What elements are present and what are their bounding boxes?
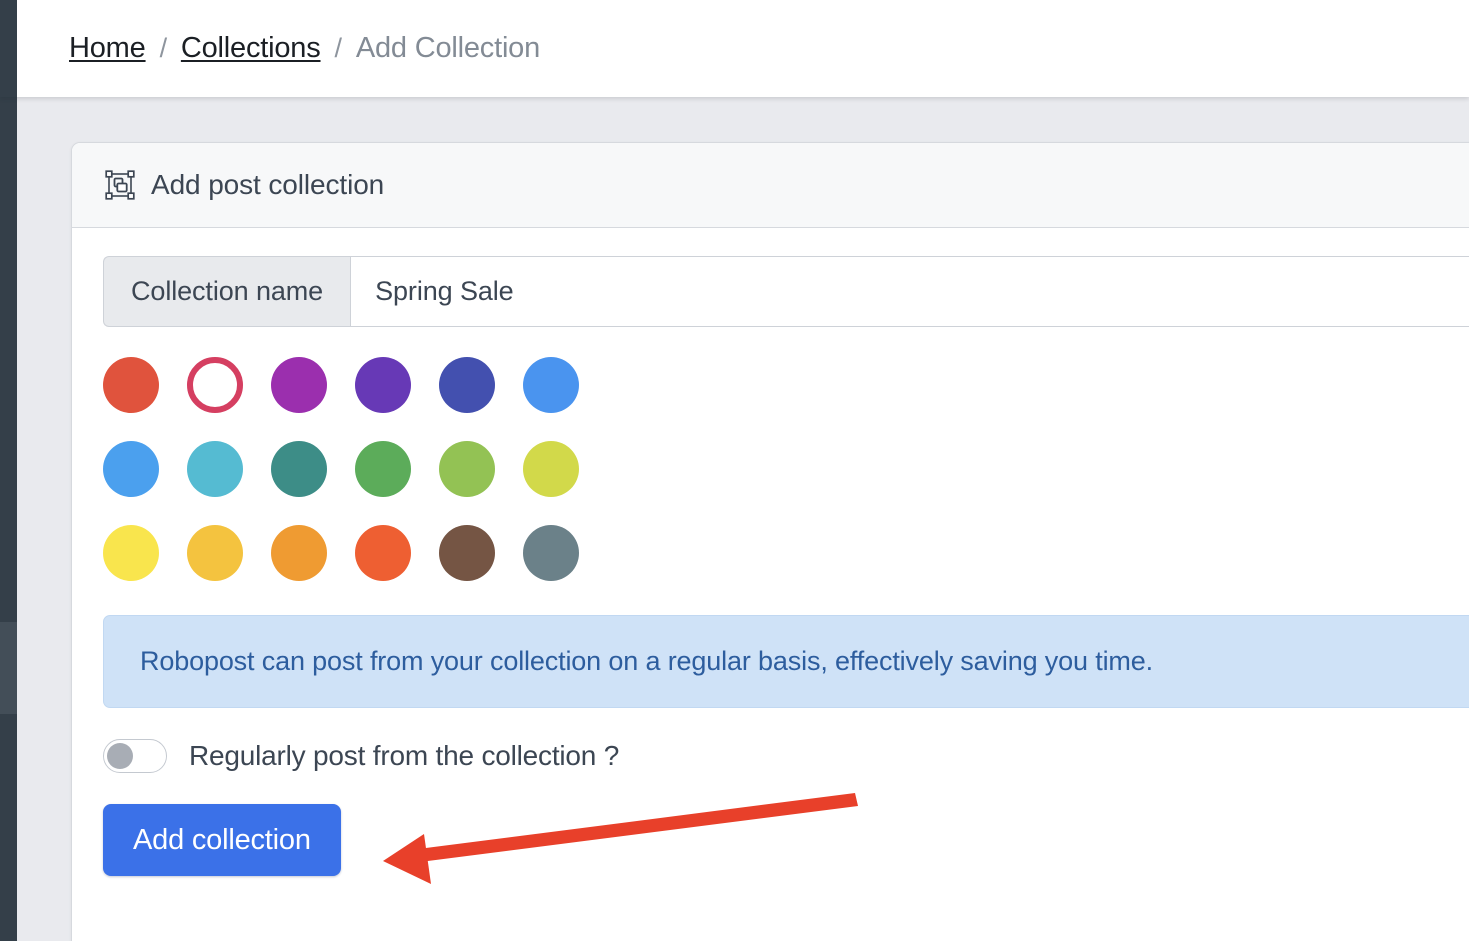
sidebar-rail-active-segment[interactable] <box>0 622 17 714</box>
info-alert: Robopost can post from your collection o… <box>103 615 1469 708</box>
color-swatch-deep-orange[interactable] <box>355 525 411 581</box>
add-collection-card: Add post collection Collection name Spri… <box>71 142 1469 941</box>
color-swatch-indigo[interactable] <box>439 357 495 413</box>
breadcrumb-item-collections[interactable]: Collections <box>181 32 321 65</box>
breadcrumb-separator: / <box>334 33 343 63</box>
sidebar-rail <box>0 97 17 941</box>
color-swatch-deep-purple[interactable] <box>355 357 411 413</box>
toggle-knob <box>107 743 133 769</box>
color-palette-row <box>103 357 603 413</box>
color-swatch-brown[interactable] <box>439 525 495 581</box>
color-swatch-tomato[interactable] <box>103 357 159 413</box>
breadcrumb: Home / Collections / Add Collection <box>69 0 540 97</box>
color-palette-row <box>103 441 603 497</box>
content-area: Add post collection Collection name Spri… <box>17 97 1469 941</box>
color-swatch-cyan[interactable] <box>187 441 243 497</box>
color-swatch-crimson-selected[interactable] <box>187 357 243 413</box>
color-swatch-purple[interactable] <box>271 357 327 413</box>
group-objects-icon <box>105 170 135 200</box>
color-swatch-teal[interactable] <box>271 441 327 497</box>
collection-name-input[interactable] <box>350 256 1469 327</box>
color-swatch-light-blue[interactable] <box>103 441 159 497</box>
breadcrumb-item-current: Add Collection <box>355 32 541 64</box>
regular-post-toggle-label: Regularly post from the collection ? <box>189 740 620 771</box>
breadcrumb-item-home[interactable]: Home <box>69 32 146 65</box>
breadcrumb-separator: / <box>159 33 168 63</box>
color-palette-row <box>103 525 603 581</box>
sidebar-rail-top-cap <box>0 0 17 97</box>
color-swatch-green[interactable] <box>355 441 411 497</box>
regular-post-toggle[interactable] <box>103 739 167 773</box>
color-swatch-orange[interactable] <box>271 525 327 581</box>
color-swatch-yellow[interactable] <box>103 525 159 581</box>
collection-name-group: Collection name <box>103 256 1469 327</box>
color-swatch-blue[interactable] <box>523 357 579 413</box>
color-swatch-amber[interactable] <box>187 525 243 581</box>
regular-post-toggle-row: Regularly post from the collection ? <box>103 734 1469 778</box>
color-swatch-blue-grey[interactable] <box>523 525 579 581</box>
card-title: Add post collection <box>151 169 385 200</box>
add-collection-button[interactable]: Add collection <box>103 804 341 876</box>
color-swatch-light-green[interactable] <box>439 441 495 497</box>
collection-name-label: Collection name <box>103 256 351 327</box>
card-header: Add post collection <box>72 143 1469 228</box>
color-palette <box>103 357 603 581</box>
color-swatch-lime[interactable] <box>523 441 579 497</box>
top-bar: Home / Collections / Add Collection <box>0 0 1469 97</box>
page-root: Home / Collections / Add Collection Add … <box>0 0 1469 941</box>
card-body: Collection name Spring Sale Robopost can… <box>72 228 1469 876</box>
